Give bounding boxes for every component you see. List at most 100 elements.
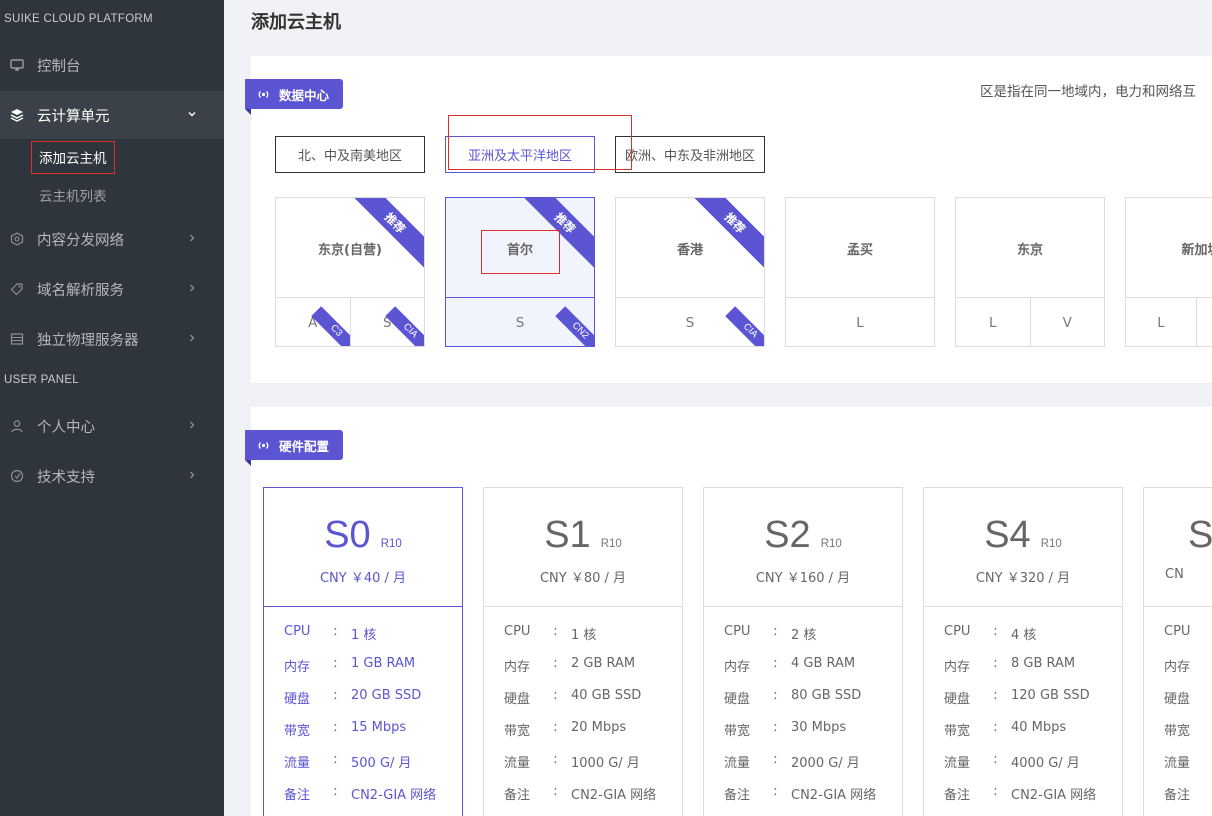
spec-row: 硬盘 bbox=[1164, 688, 1200, 707]
sidebar-item-console[interactable]: 控制台 bbox=[0, 41, 224, 89]
sidebar-item-label: 域名解析服务 bbox=[37, 282, 124, 299]
spec-key: 备注 bbox=[1164, 788, 1191, 803]
sidebar-item-dedicated-server[interactable]: 独立物理服务器 bbox=[0, 315, 224, 363]
plan-card-s0[interactable]: S0 R10 CNY ￥40 / 月 CPU:1 核 内存:1 GB RAM 硬盘… bbox=[263, 487, 463, 816]
datacenter-card-mumbai[interactable]: 孟买 L bbox=[785, 197, 935, 347]
spec-key: 带宽 bbox=[504, 724, 531, 739]
spec-row: CPU:1 核 bbox=[504, 624, 597, 643]
hardware-badge: 硬件配置 bbox=[245, 430, 344, 466]
spec-value: 1 GB RAM bbox=[351, 656, 416, 671]
spec-key: 流量 bbox=[284, 756, 311, 771]
plan-card-s4[interactable]: S4 R10 CNY ￥320 / 月 CPU:4 核 内存:8 GB RAM 硬… bbox=[923, 487, 1123, 816]
spec-row: CPU:4 核 bbox=[944, 624, 1037, 643]
datacenter-card-hongkong[interactable]: 推荐 香港 S CIA bbox=[615, 197, 765, 347]
plan-card-s2[interactable]: S2 R10 CNY ￥160 / 月 CPU:2 核 内存:4 GB RAM 硬… bbox=[703, 487, 903, 816]
spec-value: CN2-GIA 网络 bbox=[1011, 788, 1097, 803]
spec-row: 带宽:20 Mbps bbox=[504, 720, 627, 739]
plan-name: S0 R10 bbox=[264, 514, 462, 557]
sidebar-subitem-server-list[interactable]: 云主机列表 bbox=[39, 185, 107, 205]
spec-value: 1 核 bbox=[351, 628, 377, 643]
spec-value: 4 GB RAM bbox=[791, 656, 856, 671]
plan-name: S4 R10 bbox=[924, 514, 1122, 557]
plan-header: S2 R10 CNY ￥160 / 月 bbox=[704, 488, 902, 607]
plan-name-text: S1 bbox=[544, 514, 591, 556]
datacenter-card-tokyo[interactable]: 东京 L V bbox=[955, 197, 1105, 347]
line-option[interactable]: L bbox=[786, 298, 934, 346]
line-option[interactable]: L bbox=[1126, 298, 1196, 346]
line-label: S bbox=[515, 314, 525, 331]
sidebar-subitem-add-server[interactable]: 添加云主机 bbox=[31, 141, 115, 174]
spec-key: CPU bbox=[284, 624, 311, 639]
sidebar-item-support[interactable]: 技术支持 bbox=[0, 452, 224, 500]
line-option[interactable] bbox=[1196, 298, 1212, 346]
sidebar-item-dns[interactable]: 域名解析服务 bbox=[0, 265, 224, 313]
signal-icon bbox=[257, 88, 270, 101]
spec-key: 备注 bbox=[724, 788, 751, 803]
spec-key: CPU bbox=[504, 624, 531, 639]
network-tag: CN2 bbox=[555, 306, 594, 346]
spec-key: 流量 bbox=[944, 756, 971, 771]
line-label: S bbox=[685, 314, 695, 331]
spec-key: CPU bbox=[1164, 624, 1191, 639]
page-title: 添加云主机 bbox=[251, 12, 341, 33]
line-label: L bbox=[856, 314, 864, 331]
line-option[interactable]: S CIA bbox=[616, 298, 764, 346]
datacenter-badge: 数据中心 bbox=[245, 79, 344, 115]
plan-name-text: S4 bbox=[984, 514, 1031, 556]
plan-tier: R10 bbox=[1040, 538, 1062, 550]
spec-key: 内存 bbox=[944, 660, 971, 675]
plan-card-partial[interactable]: S CN CPU 内存 硬盘 带宽 流量 备注 bbox=[1143, 487, 1212, 816]
plan-card-s1[interactable]: S1 R10 CNY ￥80 / 月 CPU:1 核 内存:2 GB RAM 硬盘… bbox=[483, 487, 683, 816]
datacenter-hint: 区是指在同一地域内，电力和网络互 bbox=[980, 84, 1196, 100]
spec-row: 备注: CN2-GIA 网络 bbox=[504, 784, 657, 803]
spec-row: 硬盘:20 GB SSD bbox=[284, 688, 422, 707]
spec-key: 备注 bbox=[944, 788, 971, 803]
plan-name-text: S bbox=[1188, 514, 1212, 556]
line-option[interactable]: L bbox=[956, 298, 1030, 346]
spec-row: 硬盘:40 GB SSD bbox=[504, 688, 642, 707]
spec-key: CPU bbox=[724, 624, 751, 639]
sidebar-item-cloud-compute[interactable]: 云计算单元 bbox=[0, 91, 224, 139]
line-option[interactable]: V bbox=[1029, 298, 1105, 346]
datacenter-card-tokyo-own[interactable]: 推荐 东京(自营) A C3 S CIA bbox=[275, 197, 425, 347]
chevron-right-icon bbox=[190, 421, 195, 429]
spec-row: 备注 bbox=[1164, 784, 1200, 803]
datacenter-lines: L V bbox=[956, 297, 1105, 346]
datacenter-lines: L bbox=[1126, 297, 1212, 346]
spec-key: 流量 bbox=[504, 756, 531, 771]
spec-key: 内存 bbox=[504, 660, 531, 675]
sidebar-item-label: 个人中心 bbox=[37, 419, 95, 436]
user-icon bbox=[10, 419, 24, 433]
sidebar-item-cdn[interactable]: 内容分发网络 bbox=[0, 215, 224, 263]
sidebar-item-label: 控制台 bbox=[37, 58, 81, 75]
datacenter-name: 孟买 bbox=[846, 243, 873, 258]
sidebar-item-label: 技术支持 bbox=[37, 469, 95, 486]
plan-tier: R10 bbox=[600, 538, 622, 550]
spec-key: 带宽 bbox=[724, 724, 751, 739]
chevron-right-icon bbox=[190, 234, 195, 242]
plan-header: S4 R10 CNY ￥320 / 月 bbox=[924, 488, 1122, 607]
spec-key: 硬盘 bbox=[944, 692, 971, 707]
sidebar-item-profile[interactable]: 个人中心 bbox=[0, 402, 224, 450]
line-option[interactable]: S CIA bbox=[349, 298, 424, 346]
spec-value: 2 GB RAM bbox=[571, 656, 636, 671]
spec-row: 流量:4000 G/ 月 bbox=[944, 752, 1080, 771]
signal-icon bbox=[257, 439, 270, 452]
spec-key: 备注 bbox=[504, 788, 531, 803]
datacenter-card-singapore[interactable]: 新加坡 L bbox=[1125, 197, 1212, 347]
spec-value: 4000 G/ 月 bbox=[1011, 756, 1080, 771]
line-option[interactable]: S CN2 bbox=[446, 298, 594, 346]
chevron-down-icon bbox=[188, 112, 196, 117]
recommend-ribbon: 推荐 bbox=[344, 198, 424, 274]
highlight-box bbox=[481, 230, 560, 274]
spec-value: 120 GB SSD bbox=[1011, 688, 1090, 703]
spec-value: 80 GB SSD bbox=[791, 688, 862, 703]
line-option[interactable]: A C3 bbox=[276, 298, 350, 346]
region-americas-button[interactable]: 北、中及南美地区 bbox=[275, 136, 425, 173]
region-emea-button[interactable]: 欧洲、中东及非洲地区 bbox=[615, 136, 765, 173]
spec-row: 流量:1000 G/ 月 bbox=[504, 752, 640, 771]
plan-price: CN bbox=[1165, 567, 1184, 582]
spec-row: 内存:1 GB RAM bbox=[284, 656, 416, 675]
plan-header: S1 R10 CNY ￥80 / 月 bbox=[484, 488, 682, 607]
spec-key: 硬盘 bbox=[284, 692, 311, 707]
